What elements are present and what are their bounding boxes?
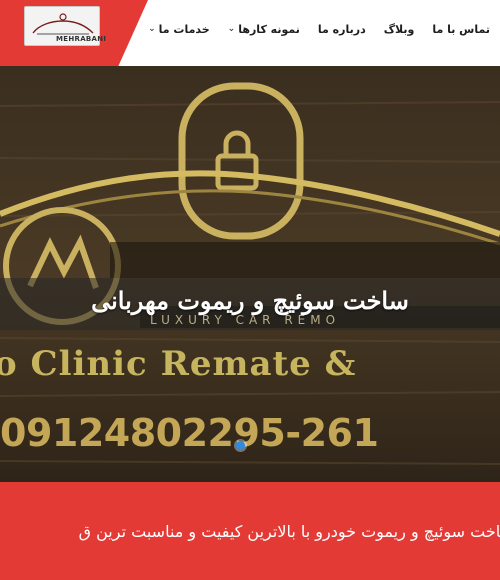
site-header: MEHRABANI خدمات ما ⌄ نمونه کارها ⌄ دربار… (0, 0, 500, 66)
nav-blog[interactable]: وبلاگ (384, 23, 415, 36)
nav-portfolio-label: نمونه کارها (238, 22, 300, 36)
hero-slider: ساخت سوئیچ و ریموت مهربانی LUXURY CAR RE… (0, 66, 500, 482)
nav-blog-label: وبلاگ (383, 22, 415, 36)
chevron-down-icon: ⌄ (227, 24, 236, 34)
site-logo[interactable]: MEHRABANI (24, 6, 106, 46)
nav-contact-label: تماس با ما (432, 22, 490, 36)
tagline-strip: ساخت سوئیچ و ریموت خودرو با بالاترین کیف… (0, 482, 500, 580)
nav-contact[interactable]: تماس با ما (432, 23, 490, 36)
nav-portfolio[interactable]: نمونه کارها ⌄ (228, 23, 300, 36)
sign-phone-text: 09124802295-261 (0, 411, 379, 455)
carousel-dot[interactable] (236, 441, 245, 450)
sign-line-text: o Clinic Remate & (0, 344, 357, 384)
tagline-text: ساخت سوئیچ و ریموت خودرو با بالاترین کیف… (78, 522, 500, 541)
logo-text: MEHRABANI (56, 35, 107, 43)
main-nav: خدمات ما ⌄ نمونه کارها ⌄ درباره ما وبلاگ… (148, 0, 490, 58)
nav-services-label: خدمات ما (158, 22, 210, 36)
hero-title: ساخت سوئیچ و ریموت مهربانی (91, 286, 409, 315)
nav-about[interactable]: درباره ما (318, 23, 366, 36)
nav-about-label: درباره ما (317, 22, 366, 36)
nav-services[interactable]: خدمات ما ⌄ (148, 23, 210, 36)
sign-brand-text: LUXURY CAR REMO (150, 313, 341, 327)
chevron-down-icon: ⌄ (148, 24, 156, 34)
